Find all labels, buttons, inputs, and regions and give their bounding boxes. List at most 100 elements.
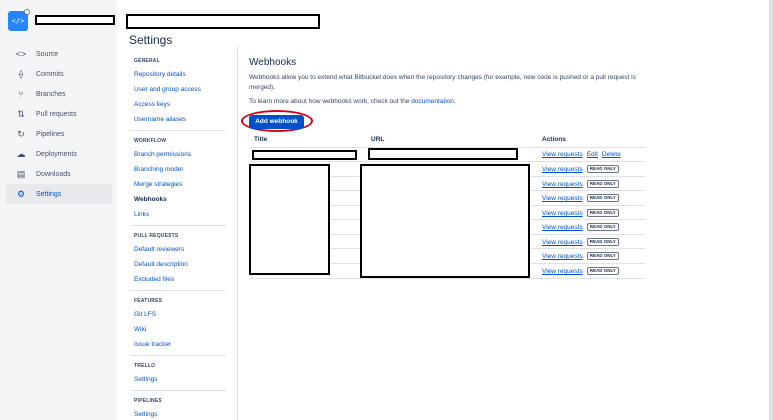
read-only-badge: READ ONLY: [586, 165, 619, 173]
sidebar-item-source[interactable]: <> Source: [6, 44, 112, 64]
sidebar-item-downloads[interactable]: ▤ Downloads: [6, 164, 112, 184]
read-only-badge: READ ONLY: [586, 252, 619, 260]
settings-link-branching-model[interactable]: Branching model: [134, 165, 232, 180]
settings-link-merge-strategies[interactable]: Merge strategies: [134, 180, 232, 195]
sidebar-item-label: Source: [36, 50, 59, 58]
file-icon: ▤: [16, 168, 26, 179]
settings-section-heading: PULL REQUESTS: [134, 233, 179, 239]
repo-header[interactable]: </>: [8, 9, 118, 31]
sidebar-item-settings[interactable]: ⚙ Settings: [6, 184, 112, 204]
sidebar-item-pipelines[interactable]: ↻ Pipelines: [6, 124, 112, 144]
settings-link-branch-permissions[interactable]: Branch permissions: [134, 150, 232, 165]
column-title: Title: [254, 136, 268, 143]
view-requests-link[interactable]: View requests: [542, 151, 583, 158]
table-row-divider: [249, 161, 645, 162]
view-requests-link[interactable]: View requests: [542, 253, 583, 260]
view-requests-link[interactable]: View requests: [542, 268, 583, 275]
settings-section-heading: WORKFLOW: [134, 138, 167, 144]
webhooks-content: Webhooks Webhooks allow you to extend wh…: [249, 57, 649, 111]
sidebar-item-label: Settings: [36, 190, 62, 198]
view-requests-link[interactable]: View requests: [542, 210, 583, 217]
section-divider: [130, 130, 226, 131]
section-divider: [130, 355, 226, 356]
settings-link-excluded-files[interactable]: Excluded files: [134, 275, 232, 290]
documentation-link[interactable]: documentation: [411, 98, 454, 105]
column-url: URL: [371, 136, 385, 143]
settings-section-heading: GENERAL: [134, 58, 160, 64]
settings-link-access-keys[interactable]: Access keys: [134, 100, 232, 115]
sidebar-item-deployments[interactable]: ☁ Deployments: [6, 144, 112, 164]
read-only-badge: READ ONLY: [586, 194, 619, 202]
settings-link-default-reviewers[interactable]: Default reviewers: [134, 245, 232, 260]
left-sidebar: </> <> Source ⟠ Commits ⑂ Branches ⇅ Pull reque…: [0, 0, 117, 420]
sidebar-item-label: Branches: [36, 90, 66, 98]
table-row-actions: View requests READ ONLY: [542, 209, 619, 217]
section-divider: [130, 390, 226, 391]
read-only-badge: READ ONLY: [586, 209, 619, 217]
table-row-actions: View requests READ ONLY: [542, 194, 619, 202]
gear-icon: ⚙: [16, 188, 26, 199]
delete-link[interactable]: Delete: [602, 151, 621, 158]
table-row-actions: View requests READ ONLY: [542, 252, 619, 260]
section-title: Webhooks: [249, 57, 297, 68]
settings-link-webhooks[interactable]: Webhooks: [134, 195, 232, 210]
settings-link-wiki[interactable]: Wiki: [134, 325, 232, 340]
settings-link-links[interactable]: Links: [134, 210, 232, 225]
sidebar-item-label: Pipelines: [36, 130, 65, 138]
scrollbar[interactable]: [769, 0, 773, 420]
redacted-title-cell: [252, 150, 357, 160]
redacted-titles-block: [249, 164, 330, 275]
sidebar-nav: <> Source ⟠ Commits ⑂ Branches ⇅ Pull requests ↻…: [6, 44, 112, 204]
private-badge-icon: [24, 9, 30, 15]
settings-link-repository-details[interactable]: Repository details: [134, 70, 232, 85]
table-row-divider: [249, 278, 645, 279]
divider: [237, 46, 238, 420]
section-divider: [130, 225, 226, 226]
view-requests-link[interactable]: View requests: [542, 195, 583, 202]
settings-link-user-and-group-access[interactable]: User and group access: [134, 85, 232, 100]
settings-section-heading: PIPELINES: [134, 398, 162, 404]
redacted-urls-block: [360, 164, 530, 278]
pull-request-icon: ⇅: [17, 108, 25, 119]
read-only-badge: READ ONLY: [586, 180, 619, 188]
read-only-badge: READ ONLY: [586, 223, 619, 231]
sidebar-item-commits[interactable]: ⟠ Commits: [6, 64, 112, 84]
pipelines-icon: ↻: [17, 128, 25, 139]
redacted-breadcrumb: [126, 14, 320, 29]
view-requests-link[interactable]: View requests: [542, 224, 583, 231]
view-requests-link[interactable]: View requests: [542, 166, 583, 173]
add-webhook-button[interactable]: Add webhook: [249, 115, 304, 129]
table-row-actions: View requests READ ONLY: [542, 165, 619, 173]
settings-nav: GENERAL Repository details User and group …: [130, 58, 232, 420]
settings-link-settings[interactable]: Settings: [134, 375, 232, 390]
table-row-actions: View requests READ ONLY: [542, 238, 619, 246]
settings-link-username-aliases[interactable]: Username aliases: [134, 115, 232, 130]
settings-link-git-lfs[interactable]: Git LFS: [134, 310, 232, 325]
settings-link-default-description[interactable]: Default description: [134, 260, 232, 275]
read-only-badge: READ ONLY: [586, 267, 619, 275]
sidebar-item-label: Pull requests: [36, 110, 77, 118]
page-title: Settings: [129, 33, 173, 47]
settings-link-settings[interactable]: Settings: [134, 410, 232, 420]
branch-icon: ⑂: [18, 89, 24, 99]
read-only-badge: READ ONLY: [586, 238, 619, 246]
table-row-actions: View requests Edit Delete: [542, 151, 625, 158]
view-requests-link[interactable]: View requests: [542, 239, 583, 246]
learn-more: To learn more about how webhooks work, c…: [249, 98, 456, 105]
sidebar-item-branches[interactable]: ⑂ Branches: [6, 84, 112, 104]
commit-icon: ⟠: [18, 68, 24, 79]
settings-section-heading: TRELLO: [134, 363, 156, 369]
redacted-repo-name: [35, 15, 115, 25]
code-icon: <>: [15, 49, 27, 59]
table-row-actions: View requests READ ONLY: [542, 180, 619, 188]
table-row-actions: View requests READ ONLY: [542, 223, 619, 231]
view-requests-link[interactable]: View requests: [542, 181, 583, 188]
cloud-icon: ☁: [16, 148, 26, 159]
sidebar-item-label: Deployments: [36, 150, 77, 158]
sidebar-item-pull-requests[interactable]: ⇅ Pull requests: [6, 104, 112, 124]
description: Webhooks allow you to extend what Bitbuc…: [249, 74, 636, 91]
redacted-url-cell: [368, 148, 518, 160]
edit-link[interactable]: Edit: [587, 151, 598, 158]
section-divider: [130, 290, 226, 291]
settings-link-issue-tracker[interactable]: Issue tracker: [134, 340, 232, 355]
